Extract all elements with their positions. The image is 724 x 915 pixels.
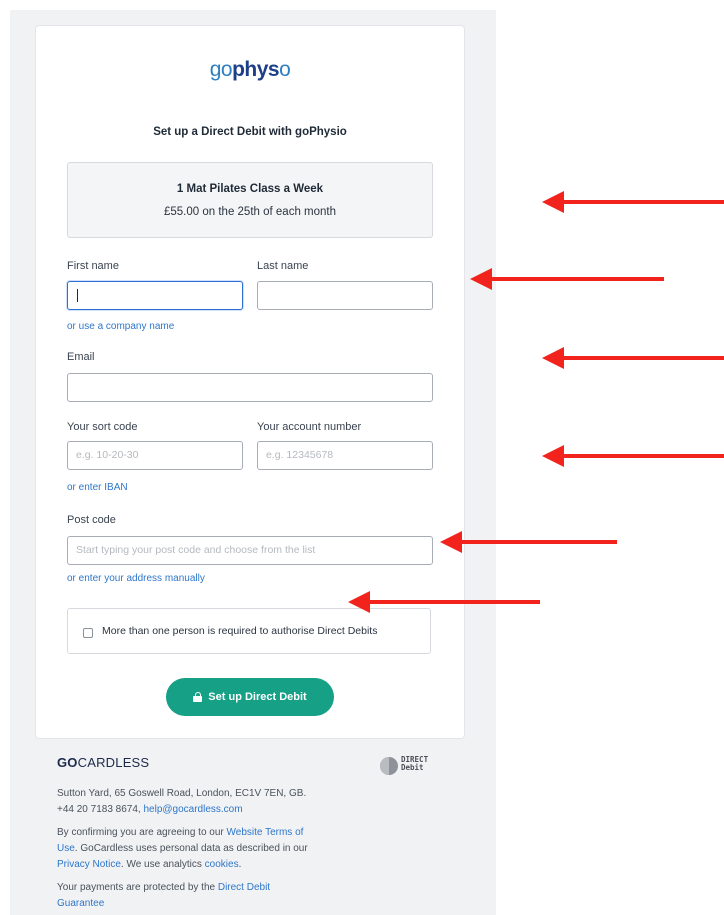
annotation-arrow [542, 445, 724, 467]
direct-debit-card: gophyso Set up a Direct Debit with goPhy… [35, 25, 465, 739]
page-title: Set up a Direct Debit with goPhysio [153, 126, 347, 138]
postcode-label: Post code [67, 514, 116, 526]
multi-authorisation-checkbox[interactable] [83, 628, 93, 638]
last-name-label: Last name [257, 260, 309, 272]
cookies-link[interactable]: cookies [205, 859, 239, 870]
terms-link[interactable]: Website Terms of [227, 827, 304, 838]
annotation-arrow [440, 531, 617, 553]
account-number-label: Your account number [257, 421, 362, 433]
setup-direct-debit-button[interactable]: Set up Direct Debit [166, 678, 334, 716]
plan-price: £55.00 on the 25th of each month [164, 206, 336, 218]
multi-authorisation-label[interactable]: More than one person is required to auth… [102, 625, 377, 637]
manual-address-link[interactable]: or enter your address manually [67, 573, 205, 584]
last-name-field[interactable] [257, 281, 433, 310]
sort-code-label: Your sort code [67, 421, 138, 433]
privacy-notice-link[interactable]: Privacy Notice [57, 859, 121, 870]
footer-guarantee: Your payments are protected by the Direc… [57, 882, 271, 909]
annotation-arrow [470, 268, 664, 290]
submit-label: Set up Direct Debit [208, 691, 307, 703]
annotation-arrow [542, 191, 724, 213]
multi-authorisation-option: More than one person is required to auth… [67, 608, 431, 654]
footer-terms: By confirming you are agreeing to our We… [57, 827, 308, 870]
iban-link[interactable]: or enter IBAN [67, 482, 128, 493]
plan-summary: 1 Mat Pilates Class a Week £55.00 on the… [67, 162, 433, 238]
plan-name: 1 Mat Pilates Class a Week [176, 183, 324, 195]
postcode-field[interactable]: Start typing your post code and choose f… [67, 536, 433, 565]
direct-debit-logo: DIRECT Debit [380, 755, 444, 777]
support-email-link[interactable]: help@gocardless.com [143, 804, 242, 815]
first-name-field[interactable] [67, 281, 243, 310]
email-label: Email [67, 351, 95, 363]
annotation-arrow [542, 347, 724, 369]
terms-link-cont[interactable]: Use [57, 843, 75, 854]
guarantee-link[interactable]: Direct Debit [218, 882, 270, 893]
gocardless-logo: GOCARDLESS [57, 755, 150, 770]
text-caret [77, 289, 78, 302]
footer-address: Sutton Yard, 65 Goswell Road, London, EC… [57, 788, 307, 815]
first-name-label: First name [67, 260, 119, 272]
company-name-link[interactable]: or use a company name [67, 321, 174, 332]
sort-code-field[interactable]: e.g. 10-20-30 [67, 441, 243, 470]
annotation-arrow [348, 591, 540, 613]
account-number-field[interactable]: e.g. 12345678 [257, 441, 433, 470]
email-field[interactable] [67, 373, 433, 402]
gophysio-logo: gophyso [209, 58, 291, 81]
lock-icon [193, 692, 203, 702]
guarantee-link-cont[interactable]: Guarantee [57, 898, 104, 909]
